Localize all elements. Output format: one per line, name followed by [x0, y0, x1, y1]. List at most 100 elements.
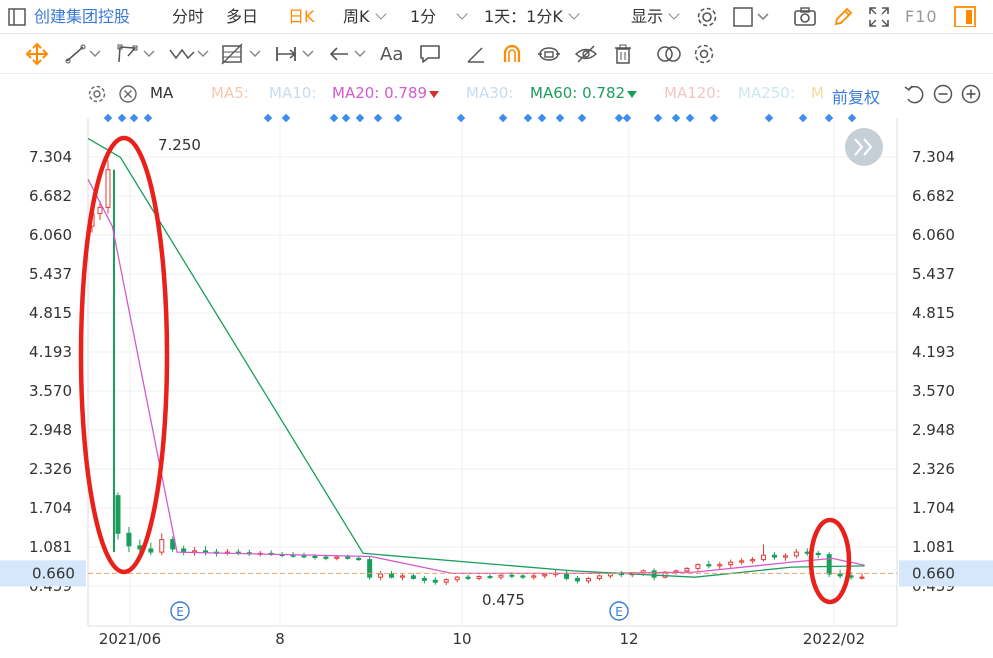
trash-icon[interactable]: [612, 42, 634, 66]
undo-icon[interactable]: [903, 83, 925, 105]
candle-body: [367, 559, 373, 578]
close-icon[interactable]: [118, 84, 138, 104]
indicator-name[interactable]: MA: [150, 84, 173, 102]
event-marker-e[interactable]: E: [170, 601, 190, 621]
x-tick-label: 8: [275, 630, 285, 648]
down-triangle-icon: [429, 91, 439, 98]
zoom-in-icon[interactable]: [960, 83, 982, 105]
grid-lines: [87, 118, 898, 627]
event-dot: [685, 113, 695, 123]
y-tick-label: 2.326: [29, 460, 72, 478]
event-dot: [393, 113, 403, 123]
eye-hide-icon[interactable]: [574, 42, 598, 66]
comment-icon[interactable]: [418, 42, 442, 66]
y-tick-label: 4.815: [912, 304, 955, 322]
settings-icon[interactable]: [87, 84, 107, 104]
fullscreen-icon[interactable]: [868, 6, 890, 28]
candle-body: [695, 564, 701, 569]
candle-body: [750, 559, 756, 562]
pencil-icon[interactable]: [832, 6, 854, 28]
kline-chart[interactable]: 7.304 6.682 6.060 5.437 4.815 4.193 3.570 2.948…: [0, 108, 993, 658]
event-dot: [709, 113, 719, 123]
zoom-out-icon[interactable]: [932, 83, 954, 105]
wave-icon[interactable]: [168, 42, 210, 66]
tab-intraday[interactable]: 分时: [172, 6, 204, 28]
event-dot: [117, 113, 127, 123]
candle-body: [793, 551, 799, 557]
candle-body: [498, 574, 504, 578]
arrow-icon[interactable]: [328, 42, 370, 66]
event-dot: [456, 113, 466, 123]
candle-body: [575, 577, 581, 582]
stock-name[interactable]: 创建集团控股: [34, 6, 130, 28]
y-tick-label: 3.570: [912, 382, 955, 400]
candle-body: [356, 557, 362, 561]
candle-body: [159, 539, 165, 553]
polyline-icon[interactable]: [116, 42, 158, 66]
high-annotation: 7.250: [158, 136, 201, 154]
adjust-mode-button[interactable]: 前复权: [832, 84, 880, 108]
candle-body: [531, 575, 537, 578]
event-dot: [577, 113, 587, 123]
header-bar: 创建集团控股 分时 多日 日K 周K 1分 1天：1分K 显示 F10: [0, 0, 993, 34]
ma20-label: MA20: 0.789: [332, 84, 428, 102]
candle-body: [761, 554, 767, 561]
text-tool[interactable]: Aa: [380, 42, 403, 66]
compare-icon[interactable]: [655, 42, 683, 66]
candle-body: [564, 572, 570, 579]
chevron-down-icon: [568, 8, 580, 20]
event-dot: [653, 113, 663, 123]
interval-selector[interactable]: 1天：1分K: [484, 6, 580, 28]
y-tick-label: 2.948: [29, 421, 72, 439]
move-icon[interactable]: [24, 42, 50, 66]
x-tick-label: 2021/06: [99, 630, 161, 648]
measure-icon[interactable]: [274, 42, 316, 66]
low-annotation: 0.475: [482, 591, 525, 609]
y-tick-label: 6.682: [29, 187, 72, 205]
candle-body: [170, 539, 176, 550]
candle-body: [520, 575, 526, 578]
settings-icon[interactable]: [692, 42, 716, 66]
down-triangle-icon: [627, 91, 637, 98]
settings-icon[interactable]: [696, 6, 718, 28]
chevron-down-icon: [374, 8, 387, 20]
candle-body: [706, 564, 712, 567]
y-tick-label: 6.060: [912, 226, 955, 244]
event-dot: [555, 113, 565, 123]
candle-body: [771, 554, 777, 558]
magnet-icon[interactable]: [500, 42, 524, 66]
tab-multi-day[interactable]: 多日: [226, 6, 258, 28]
side-panel-icon[interactable]: [953, 5, 977, 27]
scroll-latest-button[interactable]: [845, 128, 883, 166]
candle-body: [421, 577, 427, 581]
event-dot: [523, 113, 533, 123]
candle-body: [378, 573, 384, 578]
lock-icon[interactable]: [536, 42, 562, 66]
chevron-down-icon[interactable]: [456, 6, 468, 28]
ma120-label: MA120:: [664, 84, 721, 102]
tab-minute[interactable]: 1分: [410, 6, 436, 28]
tab-weekly-k[interactable]: 周K: [343, 6, 387, 28]
display-menu[interactable]: 显示: [631, 6, 680, 28]
line-icon[interactable]: [64, 42, 104, 66]
event-marker-e[interactable]: E: [609, 601, 629, 621]
tab-daily-k[interactable]: 日K: [288, 6, 315, 28]
y-tick-label: 4.815: [29, 304, 72, 322]
candle-body: [432, 579, 438, 583]
candle-body: [739, 560, 745, 563]
f10-button[interactable]: F10: [905, 6, 938, 28]
event-dot: [537, 113, 547, 123]
event-dot: [329, 113, 339, 123]
event-dot: [824, 113, 834, 123]
chart-app: 创建集团控股 分时 多日 日K 周K 1分 1天：1分K 显示 F10 Aa M…: [0, 0, 993, 658]
panel-toggle-icon[interactable]: [8, 8, 26, 30]
camera-icon[interactable]: [793, 6, 817, 28]
candle-body: [126, 532, 132, 547]
svg-text:E: E: [615, 605, 623, 619]
candle-body: [859, 576, 865, 579]
fib-icon[interactable]: [220, 42, 264, 66]
ruler-icon[interactable]: [464, 42, 488, 66]
y-tick-label: 2.326: [912, 460, 955, 478]
svg-text:E: E: [176, 605, 184, 619]
layout-select[interactable]: [733, 6, 773, 28]
